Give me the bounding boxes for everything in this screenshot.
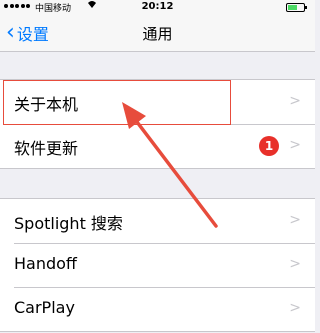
- list-item-carplay[interactable]: CarPlay >: [0, 287, 315, 331]
- list-item-label: 关于本机: [14, 95, 79, 114]
- list-item-label: 软件更新: [14, 139, 79, 158]
- chevron-right-icon: >: [289, 93, 301, 109]
- list-item-software-update[interactable]: 软件更新 1 >: [0, 124, 315, 168]
- settings-group-features: Spotlight 搜索 > Handoff > CarPlay >: [0, 198, 315, 332]
- status-time: 20:12: [141, 1, 174, 12]
- status-bar: 中国移动 20:12: [0, 0, 315, 14]
- list-item-spotlight[interactable]: Spotlight 搜索 >: [0, 199, 315, 243]
- list-item-about[interactable]: 关于本机 >: [0, 80, 315, 124]
- notification-badge: 1: [259, 136, 279, 156]
- list-item-label: Spotlight 搜索: [14, 214, 123, 233]
- chevron-right-icon: >: [289, 256, 301, 272]
- chevron-right-icon: >: [289, 300, 301, 316]
- list-item-handoff[interactable]: Handoff >: [0, 243, 315, 287]
- chevron-right-icon: >: [289, 137, 301, 153]
- list-item-label: Handoff: [14, 254, 77, 273]
- list-item-label: CarPlay: [14, 298, 75, 317]
- navigation-bar: ‹ 设置 通用: [0, 14, 315, 52]
- battery-icon: [286, 3, 307, 12]
- page-title: 通用: [142, 25, 173, 43]
- chevron-right-icon: >: [289, 212, 301, 228]
- settings-group-about: 关于本机 > 软件更新 1 >: [0, 79, 315, 169]
